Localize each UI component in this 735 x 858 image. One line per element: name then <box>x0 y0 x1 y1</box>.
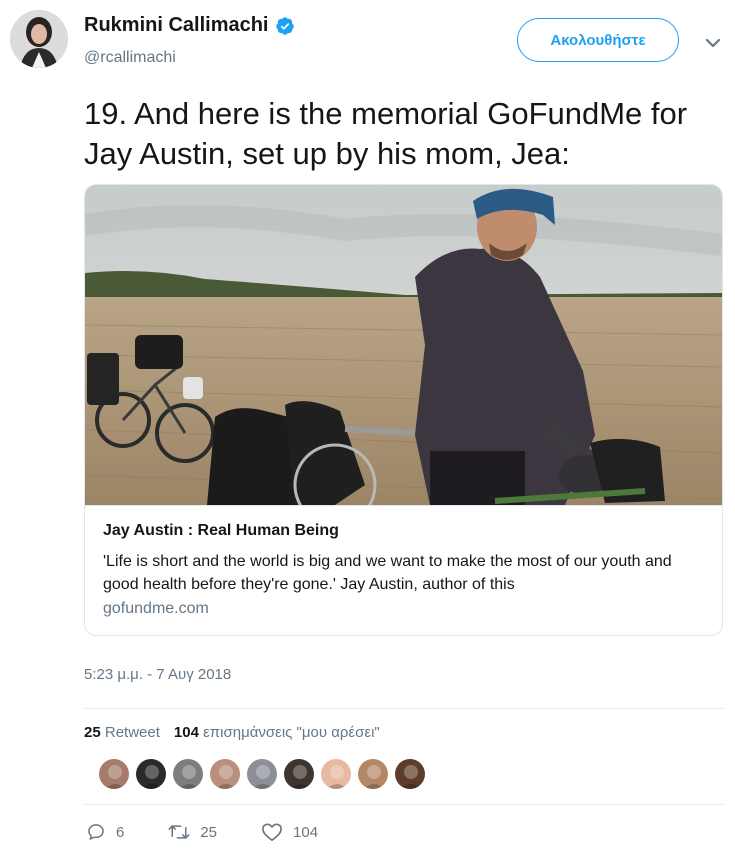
author-display-name[interactable]: Rukmini Callimachi <box>84 14 269 37</box>
engagement-stats: 25 Retweet 104 επισημάνσεις "μου αρέσει" <box>84 724 380 741</box>
tweet-timestamp[interactable]: 5:23 μ.μ. - 7 Αυγ 2018 <box>84 666 231 683</box>
liker-avatar[interactable] <box>135 758 167 790</box>
liker-avatar[interactable] <box>98 758 130 790</box>
liker-avatar[interactable] <box>209 758 241 790</box>
likers-avatars <box>98 758 431 790</box>
card-title[interactable]: Jay Austin : Real Human Being <box>103 522 339 540</box>
liker-avatar[interactable] <box>357 758 389 790</box>
tweet-text: 19. And here is the memorial GoFundMe fo… <box>84 96 688 171</box>
follow-button[interactable]: Ακολουθήστε <box>517 18 679 62</box>
chevron-down-icon[interactable] <box>702 32 724 54</box>
retweet-icon <box>168 825 190 839</box>
verified-badge-icon <box>275 16 294 35</box>
divider <box>84 804 724 805</box>
card-domain: gofundme.com <box>103 600 209 617</box>
like-action[interactable]: 104 <box>261 822 318 842</box>
retweets-stat[interactable]: 25 Retweet <box>84 724 160 741</box>
liker-avatar[interactable] <box>246 758 278 790</box>
card-image[interactable] <box>85 185 722 505</box>
like-count: 104 <box>293 823 319 841</box>
liker-avatar[interactable] <box>283 758 315 790</box>
retweet-action[interactable]: 25 <box>168 822 217 842</box>
retweets-count: 25 <box>84 724 101 741</box>
tweet-actions: 6 25 104 <box>86 822 362 842</box>
card-body[interactable]: Jay Austin : Real Human Being 'Life is s… <box>85 505 722 635</box>
likes-count: 104 <box>173 724 199 741</box>
likes-stat[interactable]: 104 επισημάνσεις "μου αρέσει" <box>174 724 380 741</box>
liker-avatar[interactable] <box>172 758 204 790</box>
tweet-header: Rukmini Callimachi @rcallimachi Ακολουθή… <box>0 0 735 80</box>
reply-icon <box>88 824 104 840</box>
liker-avatar[interactable] <box>394 758 426 790</box>
author-avatar[interactable] <box>10 10 68 68</box>
heart-icon <box>262 823 282 841</box>
retweets-label: Retweet <box>104 724 160 741</box>
retweet-count: 25 <box>200 823 218 841</box>
reply-count: 6 <box>116 823 125 841</box>
likes-label: επισημάνσεις "μου αρέσει" <box>203 724 380 741</box>
author-name-row: Rukmini Callimachi <box>84 14 295 37</box>
divider <box>84 708 724 709</box>
author-handle[interactable]: @rcallimachi <box>84 49 176 67</box>
link-card[interactable]: Jay Austin : Real Human Being 'Life is s… <box>84 184 723 636</box>
card-description: 'Life is short and the world is big and … <box>103 553 672 593</box>
reply-action[interactable]: 6 <box>86 822 124 842</box>
liker-avatar[interactable] <box>320 758 352 790</box>
